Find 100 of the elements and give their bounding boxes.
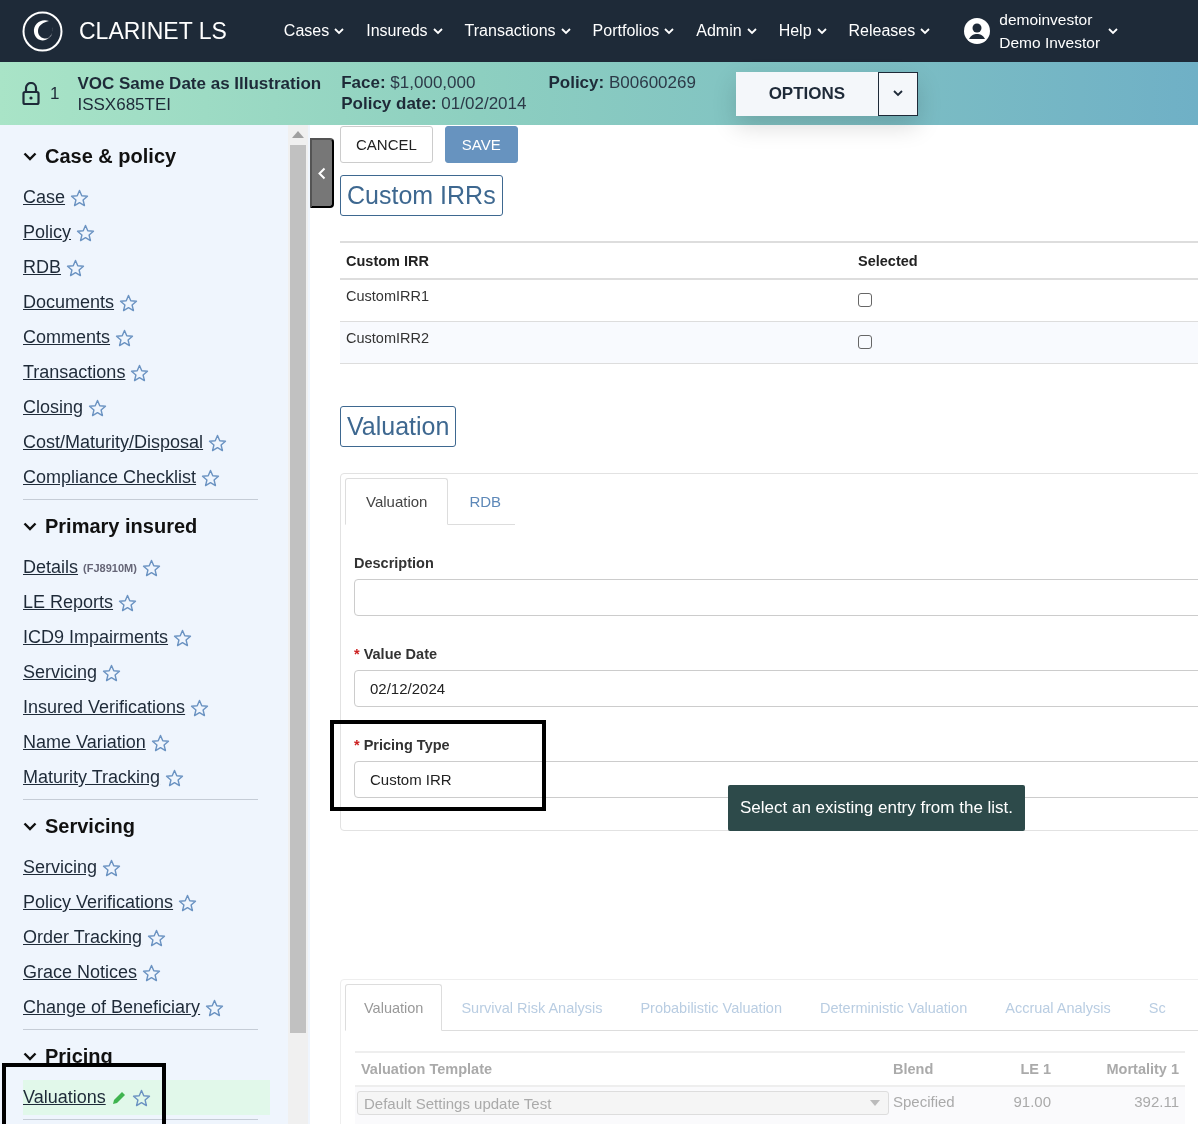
sidebar-link[interactable]: RDB [23, 257, 61, 278]
sidebar-link[interactable]: Comments [23, 327, 111, 348]
cancel-button[interactable]: CANCEL [340, 126, 433, 163]
star-icon[interactable] [141, 558, 161, 577]
brand-name[interactable]: CLARINET LS [79, 17, 227, 45]
case-field: Policy: B00600269 [548, 72, 696, 93]
pencil-icon[interactable] [110, 1089, 127, 1106]
star-icon[interactable] [190, 698, 210, 717]
column-header: Selected [852, 242, 1198, 279]
checkbox[interactable] [858, 293, 872, 307]
star-icon[interactable] [70, 188, 90, 207]
field-label: * Value Date [354, 646, 439, 662]
nav-menu[interactable]: Portfolios [581, 22, 686, 40]
caret-icon [664, 27, 675, 35]
input-field[interactable]: 02/12/2024 [354, 670, 1198, 707]
lock-count: 1 [50, 83, 60, 104]
star-icon[interactable] [102, 858, 122, 877]
case-title: VOC Same Date as Illustration [77, 72, 322, 94]
sidebar-link[interactable]: Documents [23, 292, 115, 313]
table-cell: CustomIRR1 [340, 279, 852, 322]
section-header[interactable]: Case & policy [23, 141, 177, 171]
sidebar-link[interactable]: Maturity Tracking [23, 767, 161, 788]
sidebar-link[interactable]: Order Tracking [23, 927, 143, 948]
star-icon[interactable] [102, 663, 122, 682]
star-icon[interactable] [165, 768, 185, 787]
sidebar-link[interactable]: Closing [23, 397, 84, 418]
sidebar-link[interactable]: ICD9 Impairments [23, 627, 169, 648]
section-header[interactable]: Primary insured [23, 511, 198, 541]
tab[interactable]: RDB [448, 478, 523, 525]
section-heading: Valuation [340, 406, 457, 447]
section-heading: Custom IRRs [340, 175, 503, 216]
star-icon[interactable] [178, 893, 198, 912]
sidebar-link[interactable]: Grace Notices [23, 962, 138, 983]
star-icon[interactable] [131, 1088, 151, 1107]
sidebar-link[interactable]: Compliance Checklist [23, 467, 197, 488]
scroll-up-icon[interactable] [292, 131, 304, 138]
caret-icon [920, 27, 931, 35]
checkbox[interactable] [858, 335, 872, 349]
tab[interactable]: Valuation [345, 478, 449, 525]
sidebar-link[interactable]: Change of Beneficiary [23, 997, 201, 1018]
options-button[interactable]: OPTIONS [735, 71, 878, 116]
user-full-name: Demo Investor [999, 33, 1101, 53]
sidebar-link[interactable]: Cost/Maturity/Disposal [23, 432, 204, 453]
nav-menu[interactable]: Admin [685, 22, 768, 40]
field-label: Description [354, 555, 435, 571]
chevron-icon [23, 1051, 37, 1061]
star-icon[interactable] [115, 328, 135, 347]
star-icon[interactable] [88, 398, 108, 417]
sidebar-link[interactable]: Valuations [23, 1087, 106, 1108]
nav-menu[interactable]: Insureds [355, 22, 454, 40]
case-field: Policy date: 01/02/2014 [341, 93, 527, 114]
star-icon[interactable] [119, 293, 139, 312]
options-dropdown-button[interactable] [877, 71, 918, 116]
sidebar-link[interactable]: Policy Verifications [23, 892, 174, 913]
sidebar-link[interactable]: Details [23, 557, 79, 578]
chevron-icon [23, 151, 37, 161]
table-cell: CustomIRR2 [340, 321, 852, 364]
logo-icon[interactable] [22, 10, 63, 52]
nav-menu[interactable]: Cases [272, 22, 356, 40]
insured-code: (FJ8910M) [83, 561, 137, 574]
star-icon[interactable] [208, 433, 228, 452]
star-icon[interactable] [150, 733, 170, 752]
collapse-sidebar-button[interactable] [310, 138, 334, 208]
lock-icon[interactable] [22, 81, 40, 106]
caret-icon [560, 27, 571, 35]
scrollbar[interactable] [288, 125, 308, 1124]
table-cell: 91.00 [990, 1086, 1057, 1124]
sidebar-link[interactable]: Transactions [23, 362, 126, 383]
user-avatar-icon[interactable] [963, 17, 992, 45]
star-icon[interactable] [142, 963, 162, 982]
star-icon[interactable] [118, 593, 138, 612]
star-icon[interactable] [130, 363, 150, 382]
nav-menu[interactable]: Help [767, 22, 838, 40]
sidebar-link[interactable]: LE Reports [23, 592, 114, 613]
sidebar-link[interactable]: Insured Verifications [23, 697, 186, 718]
table-cell: Specified [890, 1086, 990, 1124]
tooltip: Select an existing entry from the list. [728, 785, 1026, 831]
sidebar-link[interactable]: Servicing [23, 662, 98, 683]
scrollbar-thumb[interactable] [290, 145, 306, 1033]
star-icon[interactable] [173, 628, 193, 647]
sidebar-link[interactable]: Name Variation [23, 732, 146, 753]
caret-icon [1108, 27, 1119, 35]
column-header: Custom IRR [340, 242, 852, 279]
sidebar-link[interactable]: Case [23, 187, 66, 208]
star-icon[interactable] [76, 223, 95, 242]
username: demoinvestor [999, 10, 1094, 30]
caret-icon [816, 27, 827, 35]
star-icon[interactable] [201, 468, 221, 487]
sidebar-link[interactable]: Servicing [23, 857, 98, 878]
case-code: ISSX685TEI [77, 93, 173, 115]
star-icon[interactable] [147, 928, 167, 947]
star-icon[interactable] [66, 258, 85, 277]
nav-menu[interactable]: Releases [837, 22, 942, 40]
chevron-left-icon [318, 166, 326, 180]
input-field[interactable] [354, 579, 1198, 616]
sidebar-link[interactable]: Policy [23, 222, 71, 243]
section-header[interactable]: Servicing [23, 811, 136, 841]
dropdown-arrow-icon [870, 1100, 880, 1106]
nav-menu[interactable]: Transactions [453, 22, 582, 40]
star-icon[interactable] [205, 998, 225, 1017]
